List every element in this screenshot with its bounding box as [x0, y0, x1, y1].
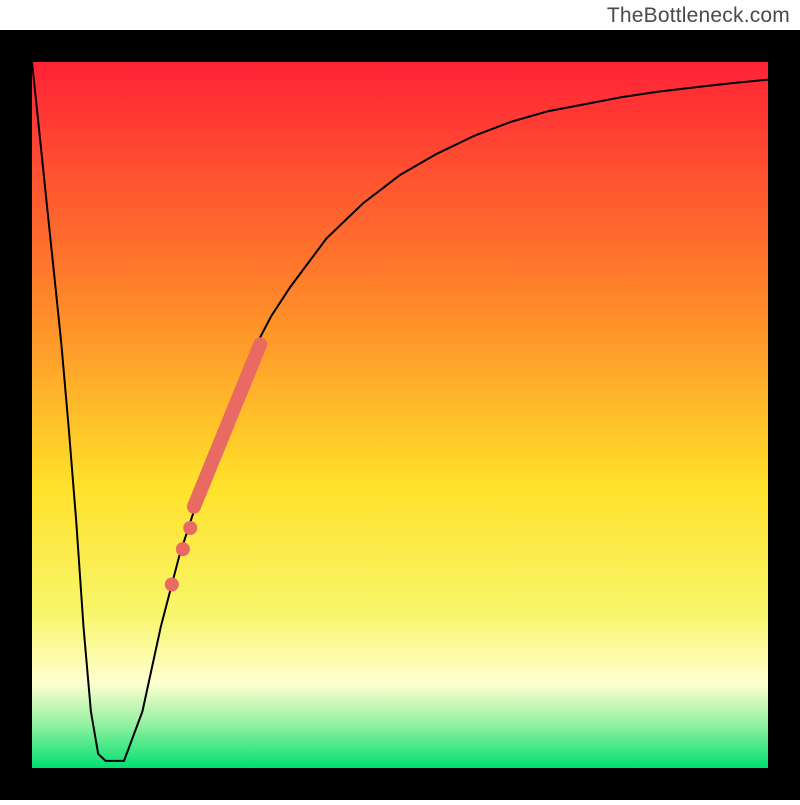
- plot-area: [32, 62, 768, 768]
- watermark-text: TheBottleneck.com: [607, 4, 790, 28]
- plot-background: [32, 62, 768, 768]
- bottleneck-chart: [0, 0, 800, 800]
- highlight-dot: [183, 521, 197, 535]
- highlight-dot: [176, 542, 190, 556]
- chart-stage: TheBottleneck.com: [0, 0, 800, 800]
- highlight-dot: [165, 577, 179, 591]
